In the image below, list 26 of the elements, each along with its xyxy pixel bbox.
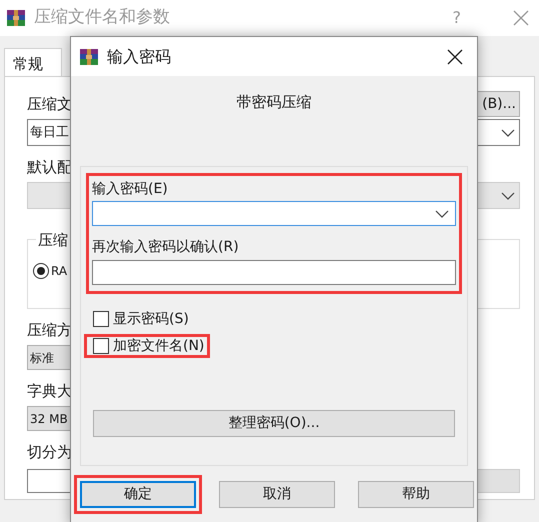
radio-button[interactable]: [33, 263, 49, 279]
archive-icon: [79, 46, 99, 66]
password-field[interactable]: [92, 201, 456, 226]
dialog-button[interactable]: 帮助: [358, 481, 474, 508]
checkbox-label: 显示密码(S): [113, 310, 189, 328]
radio-label: RA: [51, 263, 68, 280]
field-label: 压缩文: [27, 94, 72, 115]
confirm-password-field[interactable]: [92, 260, 456, 285]
window-title: 压缩文件名和参数: [34, 6, 170, 30]
archive-icon: [6, 8, 26, 28]
close-icon[interactable]: [447, 48, 463, 64]
chevron-down-icon: [501, 192, 515, 200]
chevron-down-icon: [435, 210, 449, 218]
checkbox[interactable]: [93, 338, 109, 354]
tab[interactable]: 常规: [4, 48, 62, 76]
checkbox[interactable]: [93, 311, 109, 327]
field-label: 压缩方: [27, 320, 72, 341]
field-label: 输入密码(E): [92, 180, 169, 199]
dialog-button[interactable]: 确定: [80, 481, 196, 508]
dialog-button[interactable]: 取消: [219, 481, 335, 508]
organize-passwords-button[interactable]: 整理密码(O)...: [93, 410, 455, 437]
dialog-heading: 带密码压缩: [236, 92, 312, 111]
checkbox-label: 加密文件名(N): [113, 336, 204, 356]
chevron-down-icon: [501, 128, 515, 136]
dialog-title: 输入密码: [107, 46, 171, 68]
field-label: 再次输入密码以确认(R): [92, 238, 240, 257]
